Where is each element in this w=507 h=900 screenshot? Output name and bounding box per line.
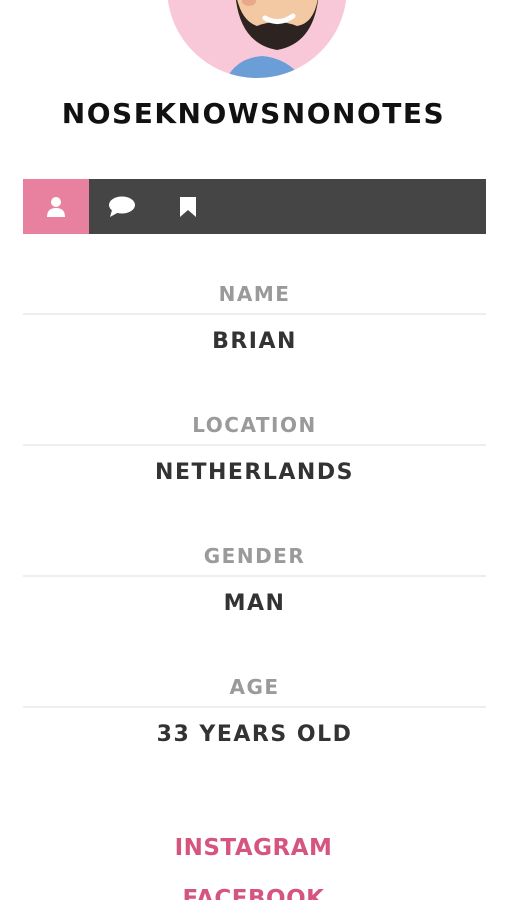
username: NOSEKNOWSNONOTES — [61, 97, 446, 130]
field-label: AGE — [229, 675, 280, 699]
field-location: LOCATION NETHERLANDS — [23, 406, 486, 485]
profile-page: NOSEKNOWSNONOTES NAME BRIAN LOCATION NET… — [0, 0, 507, 900]
avatar — [167, 0, 347, 78]
field-label: GENDER — [203, 544, 306, 568]
field-value: 33 YEARS OLD — [156, 722, 353, 747]
field-value: NETHERLANDS — [155, 460, 354, 485]
user-icon — [47, 196, 65, 217]
bookmark-icon — [180, 196, 196, 217]
field-value: BRIAN — [212, 329, 297, 354]
facebook-link[interactable]: FACEBOOK — [0, 886, 507, 900]
tab-messages[interactable] — [89, 179, 155, 234]
field-age: AGE 33 YEARS OLD — [23, 668, 486, 747]
field-gender: GENDER MAN — [23, 537, 486, 616]
tab-profile[interactable] — [23, 179, 89, 234]
field-label: LOCATION — [192, 413, 317, 437]
instagram-link[interactable]: INSTAGRAM — [0, 835, 507, 861]
field-label: NAME — [218, 282, 291, 306]
chat-bubble-icon — [109, 196, 135, 217]
divider — [23, 706, 486, 708]
divider — [23, 313, 486, 315]
divider — [23, 575, 486, 577]
divider — [23, 444, 486, 446]
tab-bookmarks[interactable] — [155, 179, 221, 234]
field-name: NAME BRIAN — [23, 275, 486, 354]
field-value: MAN — [223, 591, 286, 616]
profile-tab-bar — [23, 179, 486, 234]
